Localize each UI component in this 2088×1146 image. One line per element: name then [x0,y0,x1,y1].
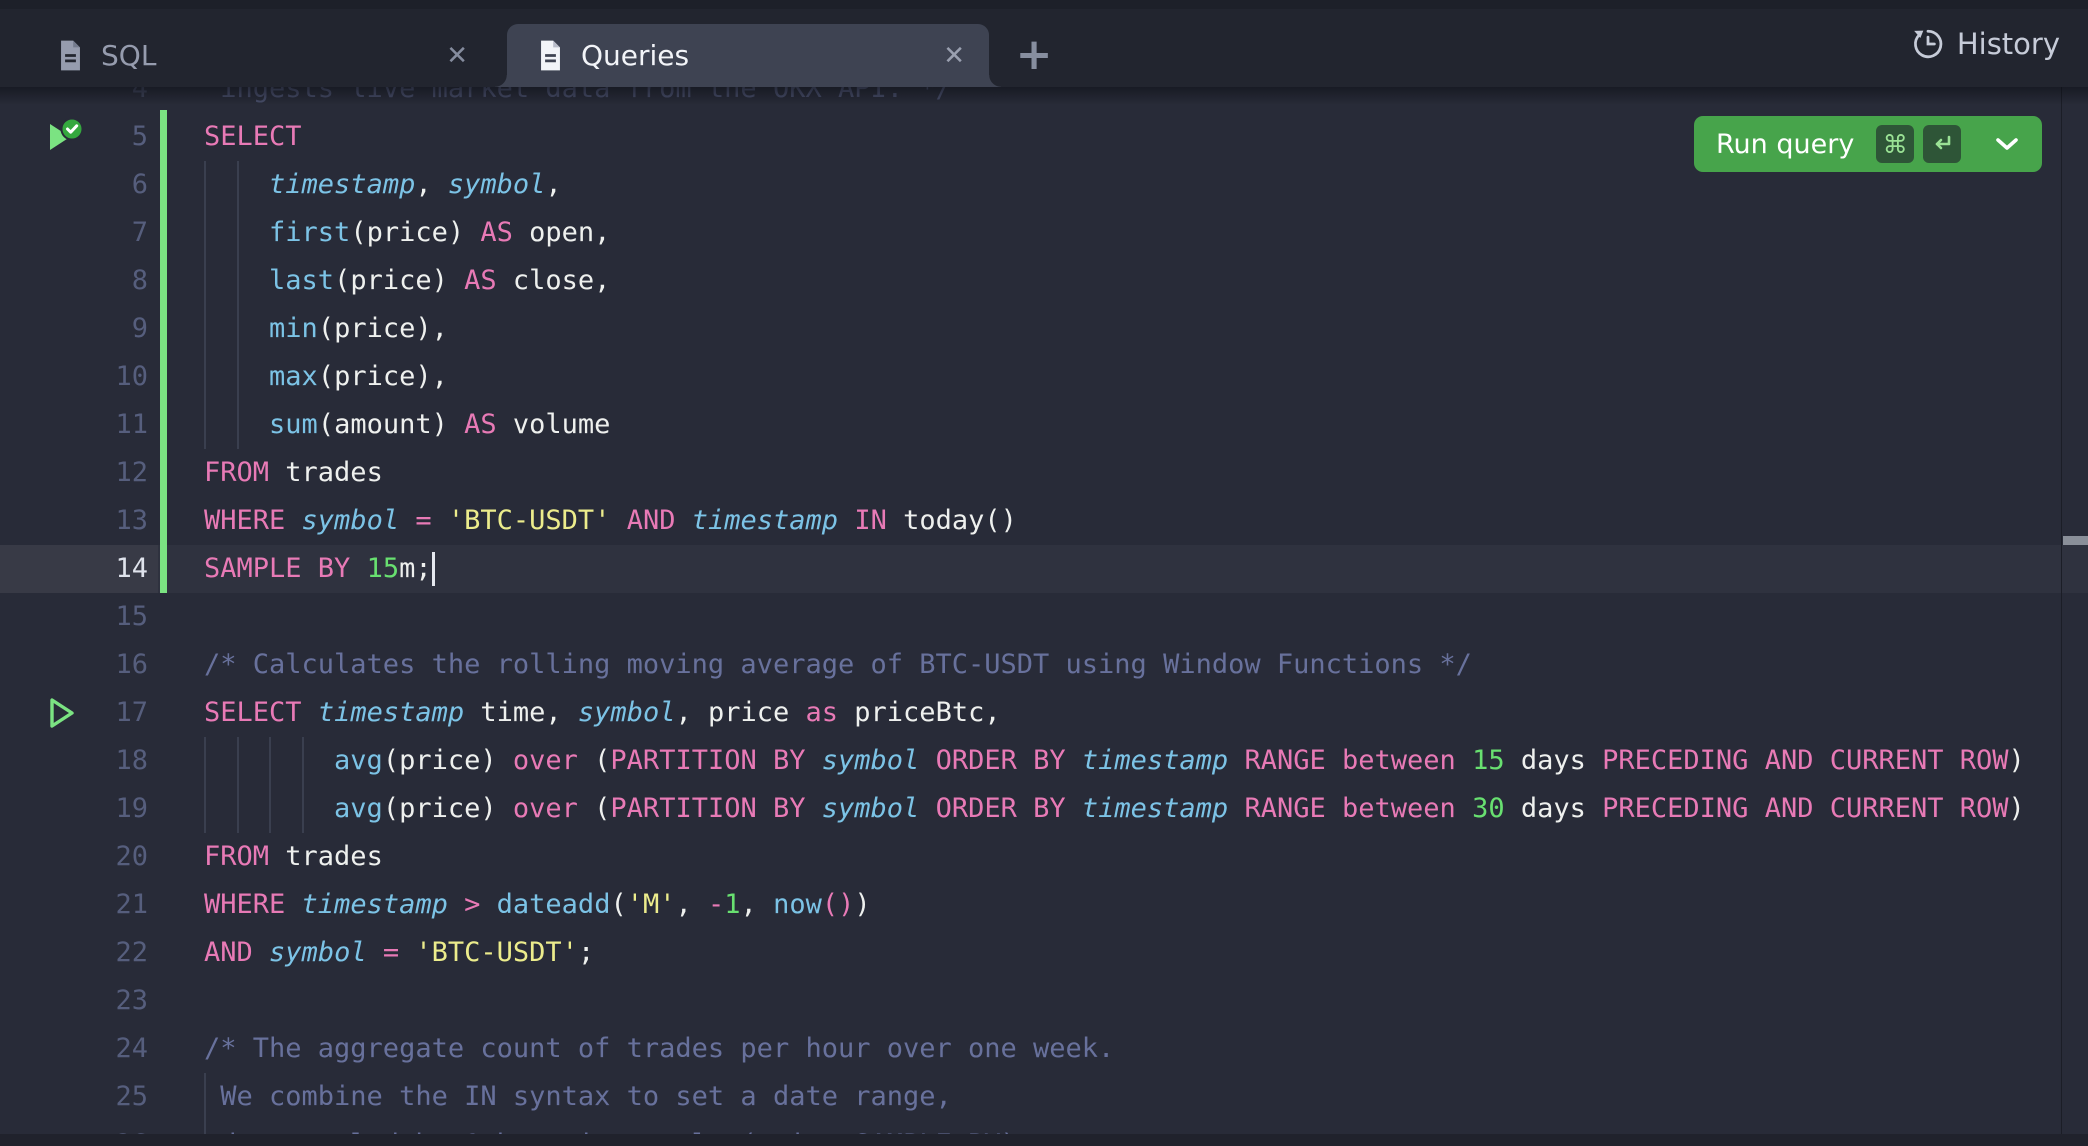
code-line[interactable]: 25 We combine the IN syntax to set a dat… [0,1073,2062,1121]
active-line-highlight [158,545,2088,593]
line-number: 18 [0,737,148,785]
code-line[interactable]: 13 WHERE symbol = 'BTC-USDT' AND timestam… [0,497,2062,545]
line-number: 14 [0,545,148,593]
line-number: 21 [0,881,148,929]
line-number: 10 [0,353,148,401]
tab-bar: SQL ✕ Queries ✕ + [0,0,2088,87]
code-text: first(price) AS open, [204,209,610,257]
code-text: FROM trades [204,449,383,497]
line-number: 23 [0,977,148,1025]
line-number: 22 [0,929,148,977]
code-text: AND symbol = 'BTC-USDT'; [204,929,594,977]
code-line[interactable]: 24 /* The aggregate count of trades per h… [0,1025,2062,1073]
code-text: SELECT timestamp time, symbol, price as … [204,689,1001,737]
code-line[interactable]: 14 SAMPLE BY 15m; [0,545,2062,593]
code-text: FROM trades [204,833,383,881]
code-line[interactable]: 11 sum(amount) AS volume [0,401,2062,449]
document-icon [537,39,564,72]
code-line[interactable]: 23 [0,977,2062,1025]
code-line[interactable]: 9 min(price), [0,305,2062,353]
run-query-button[interactable]: Run query ⌘ [1694,116,2042,172]
line-number: 7 [0,209,148,257]
line-number: 12 [0,449,148,497]
code-text: /* Calculates the rolling moving average… [204,641,1472,689]
code-text: min(price), [204,305,448,353]
code-text: avg(price) over (PARTITION BY symbol ORD… [204,737,2025,785]
code-line[interactable]: 16 /* Calculates the rolling moving avera… [0,641,2062,689]
return-key-icon [1923,125,1961,163]
code-line[interactable]: 20 FROM trades [0,833,2062,881]
history-button[interactable]: History [1911,0,2060,87]
code-text: WHERE timestamp > dateadd('M', -1, now()… [204,881,871,929]
line-number: 20 [0,833,148,881]
code-line[interactable]: 19 avg(price) over (PARTITION BY symbol … [0,785,2062,833]
code-line[interactable]: 17SELECT timestamp time, symbol, price a… [0,689,2062,737]
run-query-label: Run query [1716,129,1854,160]
code-text: max(price), [204,353,448,401]
code-line[interactable]: 18 avg(price) over (PARTITION BY symbol … [0,737,2062,785]
line-number: 8 [0,257,148,305]
code-text: last(price) AS close, [204,257,610,305]
tab-corner-flare [495,75,507,87]
code-line[interactable]: 22 AND symbol = 'BTC-USDT'; [0,929,2062,977]
tab-label: Queries [581,39,933,72]
query-success-marker[interactable] [42,117,92,157]
tab-label: SQL [101,39,436,72]
line-number: 24 [0,1025,148,1073]
history-icon [1911,27,1945,61]
code-text: avg(price) over (PARTITION BY symbol ORD… [204,785,2025,833]
code-text: timestamp, symbol, [204,161,562,209]
line-number: 25 [0,1073,148,1121]
questdb-console: 4 ingests live market data from the OKX … [0,0,2088,1146]
run-query-marker[interactable] [42,693,92,733]
line-number: 19 [0,785,148,833]
line-number: 11 [0,401,148,449]
tab-queries[interactable]: Queries ✕ [507,24,989,87]
code-text: WHERE symbol = 'BTC-USDT' AND timestamp … [204,497,1017,545]
line-number: 15 [0,593,148,641]
document-icon [57,39,84,72]
code-line[interactable]: 21 WHERE timestamp > dateadd('M', -1, now… [0,881,2062,929]
chevron-down-icon[interactable] [1994,136,2020,152]
line-number: 16 [0,641,148,689]
line-number: 9 [0,305,148,353]
code-line[interactable]: 10 max(price), [0,353,2062,401]
text-cursor [432,552,435,586]
scrollbar-track[interactable] [2061,87,2088,1146]
code-text: /* The aggregate count of trades per hou… [204,1025,1114,1073]
line-number: 6 [0,161,148,209]
code-text: SELECT [204,113,302,161]
code-text: We combine the IN syntax to set a date r… [204,1073,952,1121]
new-tab-button[interactable]: + [1008,26,1060,82]
code-line[interactable]: 7 first(price) AS open, [0,209,2062,257]
code-text: SAMPLE BY 15m; [204,545,432,593]
editor-bottom-bar [0,1134,2088,1146]
tab-corner-flare [989,75,1001,87]
code-line[interactable]: 12 FROM trades [0,449,2062,497]
code-line[interactable]: 15 [0,593,2062,641]
scrollbar-thumb[interactable] [2063,536,2088,545]
code-line[interactable]: 8 last(price) AS close, [0,257,2062,305]
line-number: 13 [0,497,148,545]
query-range-indicator [160,110,167,593]
cmd-key-badge: ⌘ [1876,125,1914,163]
close-icon[interactable]: ✕ [436,41,478,71]
close-icon[interactable]: ✕ [933,41,975,71]
tab-sql[interactable]: SQL ✕ [0,24,492,87]
history-label: History [1957,27,2060,61]
code-text: sum(amount) AS volume [204,401,610,449]
